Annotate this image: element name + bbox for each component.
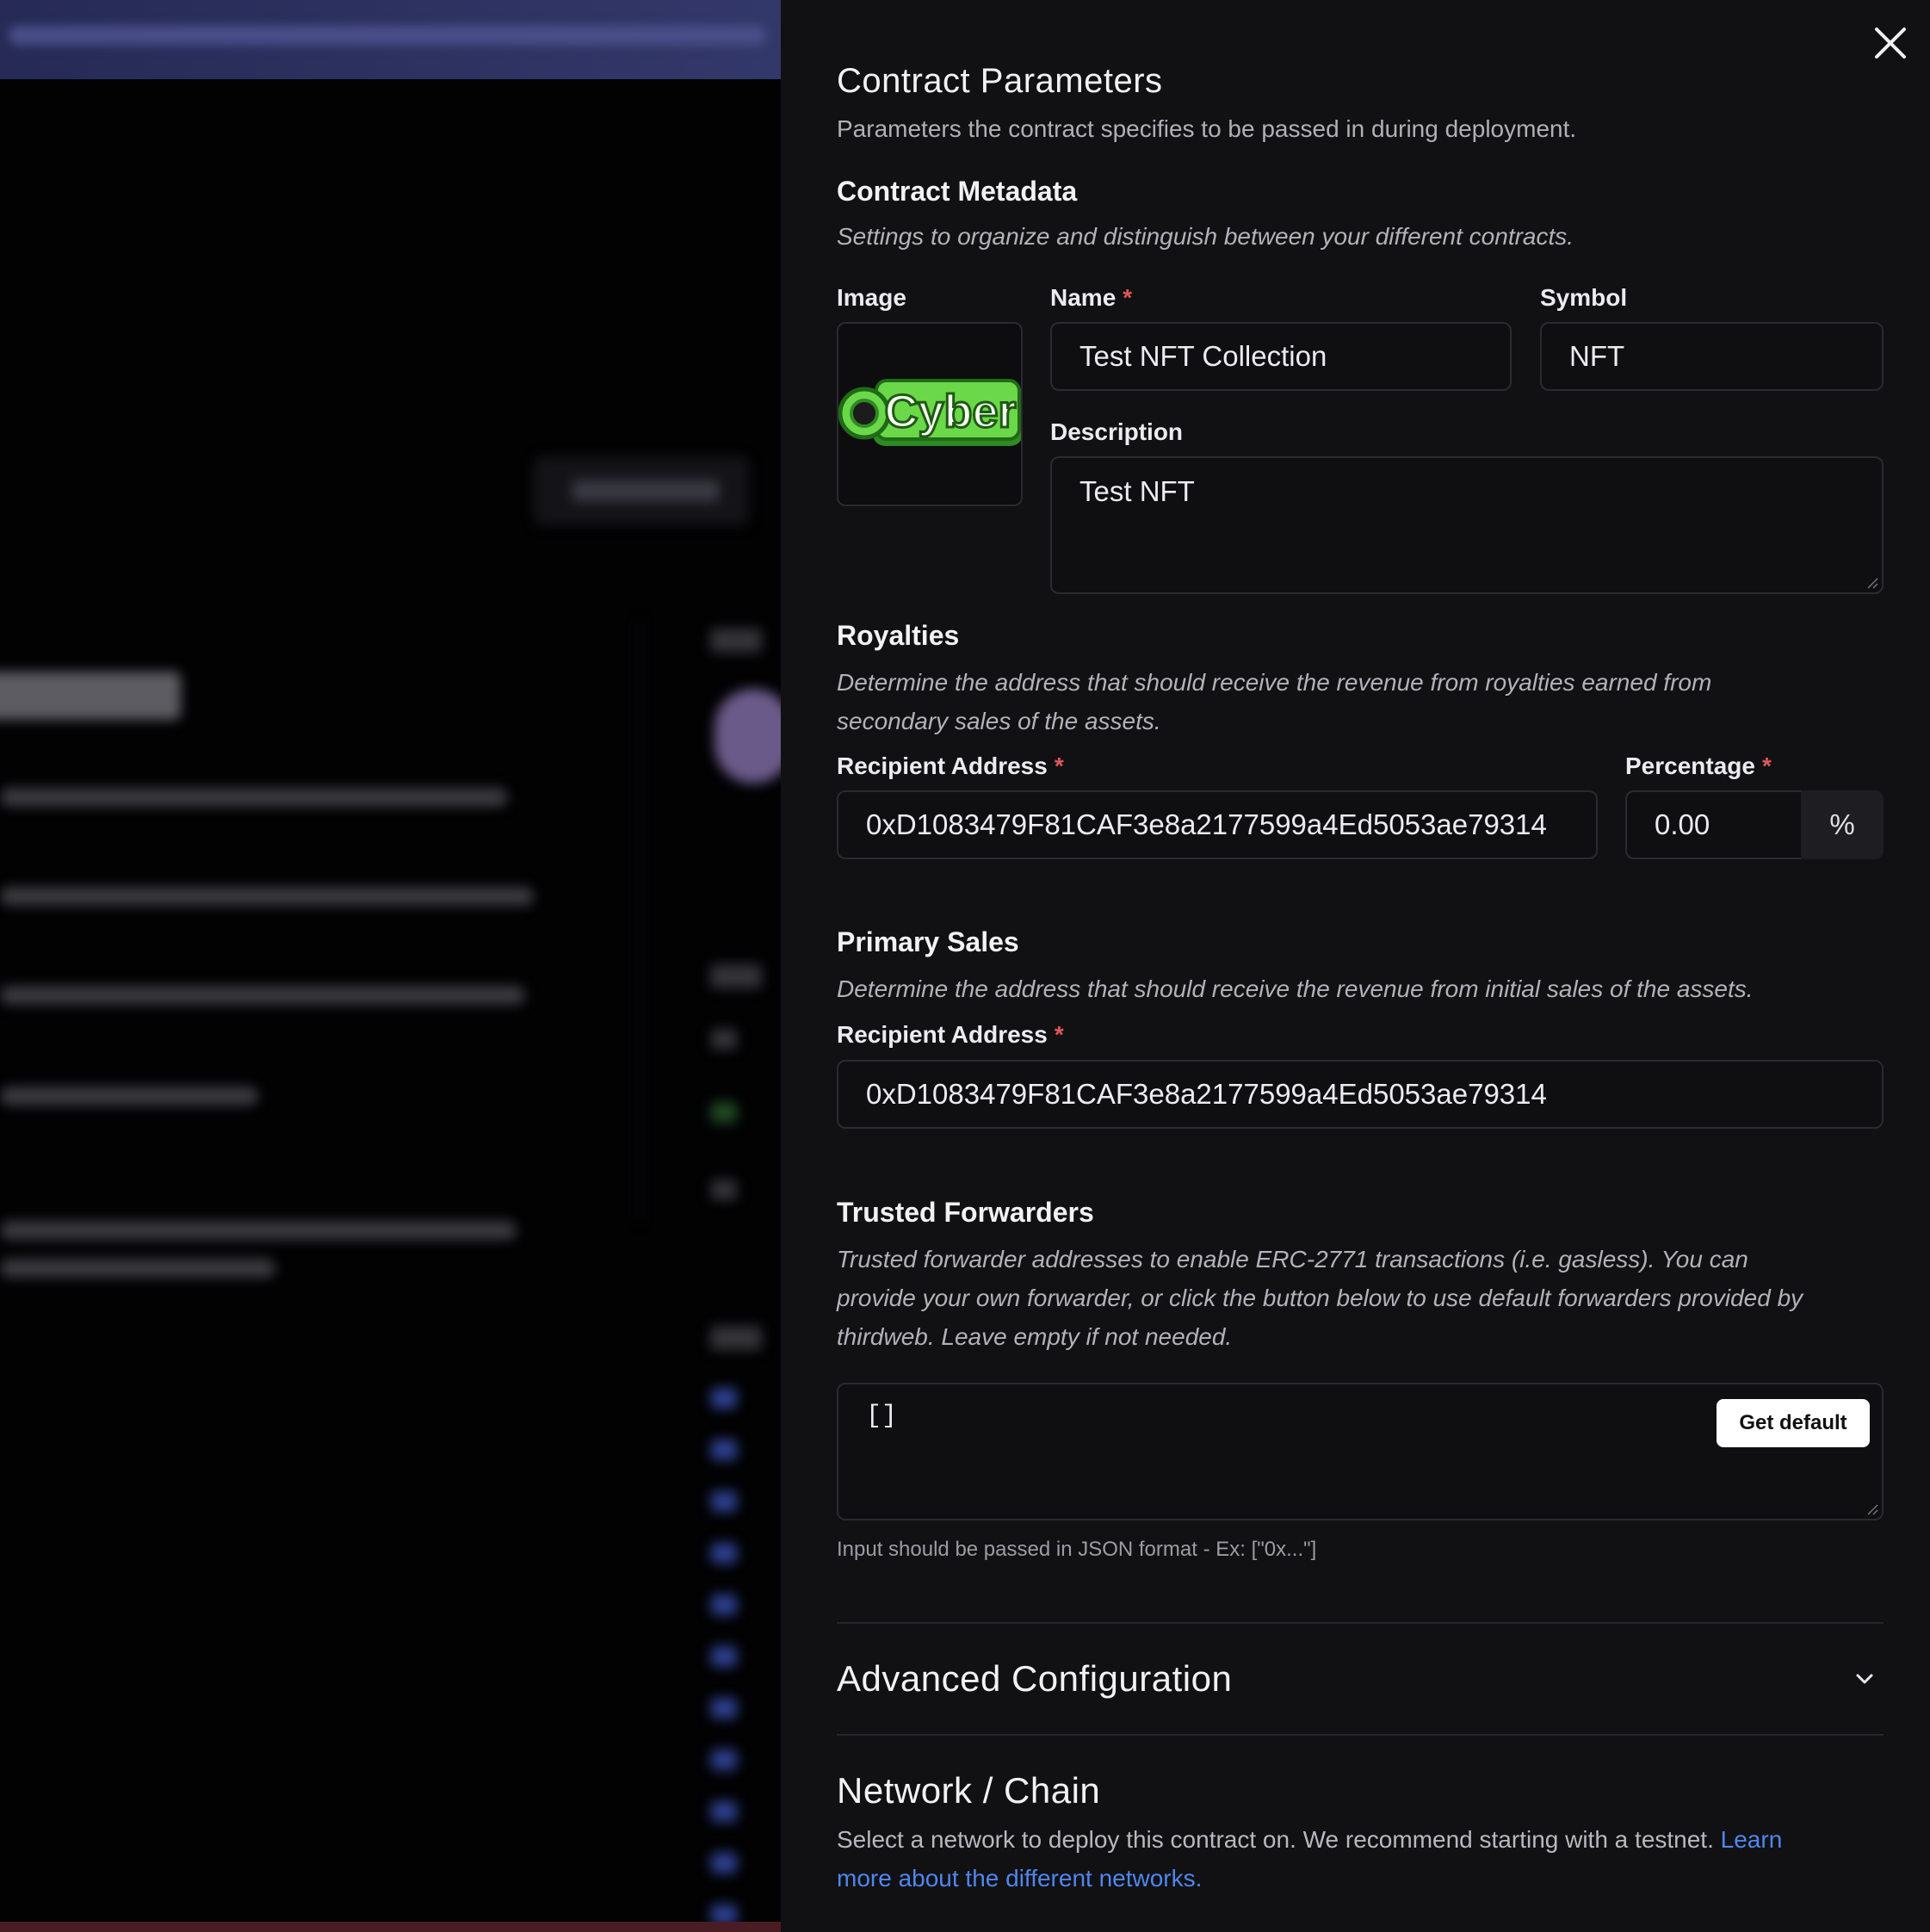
advanced-configuration-toggle[interactable]: Advanced Configuration bbox=[837, 1624, 1884, 1734]
primary-recipient-label: Recipient Address * bbox=[837, 1021, 1064, 1048]
advanced-configuration-heading: Advanced Configuration bbox=[837, 1658, 1233, 1699]
resize-handle-icon bbox=[1867, 578, 1878, 589]
royalties-heading: Royalties bbox=[837, 620, 960, 651]
metadata-description: Settings to organize and distinguish bet… bbox=[837, 223, 1574, 250]
primary-recipient-input[interactable]: 0xD1083479F81CAF3e8a2177599a4Ed5053ae793… bbox=[837, 1060, 1884, 1129]
svg-text:Cyber: Cyber bbox=[884, 386, 1016, 437]
symbol-input[interactable]: NFT bbox=[1540, 322, 1884, 391]
close-button[interactable] bbox=[1870, 22, 1911, 64]
resize-handle-icon bbox=[1867, 1504, 1878, 1515]
royalty-recipient-label: Recipient Address * bbox=[837, 752, 1064, 779]
network-description: Select a network to deploy this contract… bbox=[837, 1826, 1783, 1892]
description-textarea[interactable]: Test NFT bbox=[1050, 456, 1884, 594]
description-label: Description bbox=[1050, 418, 1184, 445]
name-label: Name * bbox=[1050, 284, 1133, 311]
symbol-label: Symbol bbox=[1540, 284, 1628, 311]
royalties-description: Determine the address that should receiv… bbox=[837, 669, 1712, 734]
required-marker: * bbox=[1123, 284, 1133, 311]
image-upload[interactable]: Cyber bbox=[837, 322, 1023, 506]
image-label: Image bbox=[837, 284, 906, 311]
required-marker: * bbox=[1054, 1021, 1064, 1048]
background-banner bbox=[0, 0, 783, 79]
name-input[interactable]: Test NFT Collection bbox=[1050, 322, 1512, 391]
background-page bbox=[0, 0, 783, 1932]
divider bbox=[837, 1734, 1884, 1736]
percentage-suffix: % bbox=[1801, 790, 1884, 859]
drawer-title: Contract Parameters bbox=[837, 62, 1163, 100]
royalty-recipient-input[interactable]: 0xD1083479F81CAF3e8a2177599a4Ed5053ae793… bbox=[837, 790, 1598, 859]
trusted-forwarders-heading: Trusted Forwarders bbox=[837, 1197, 1094, 1228]
percentage-input[interactable]: 0.00 bbox=[1625, 790, 1803, 859]
learn-networks-link[interactable]: Learn bbox=[1721, 1826, 1783, 1853]
trusted-forwarders-description: Trusted forwarder addresses to enable ER… bbox=[837, 1246, 1803, 1350]
required-marker: * bbox=[1054, 752, 1064, 779]
network-heading: Network / Chain bbox=[837, 1770, 1101, 1811]
required-marker: * bbox=[1761, 752, 1772, 779]
learn-networks-link-continued[interactable]: more about the different networks. bbox=[837, 1865, 1202, 1892]
close-icon bbox=[1875, 28, 1906, 59]
metadata-heading: Contract Metadata bbox=[837, 176, 1078, 207]
primary-sales-description: Determine the address that should receiv… bbox=[837, 975, 1754, 1002]
json-format-help: Input should be passed in JSON format - … bbox=[837, 1538, 1317, 1561]
get-default-button[interactable]: Get default bbox=[1717, 1399, 1870, 1447]
chevron-down-icon bbox=[1856, 1674, 1873, 1684]
percentage-label: Percentage * bbox=[1625, 752, 1772, 779]
primary-sales-heading: Primary Sales bbox=[837, 926, 1019, 957]
drawer-subtitle: Parameters the contract specifies to be … bbox=[837, 115, 1577, 142]
cyber-logo: Cyber bbox=[838, 379, 1021, 446]
